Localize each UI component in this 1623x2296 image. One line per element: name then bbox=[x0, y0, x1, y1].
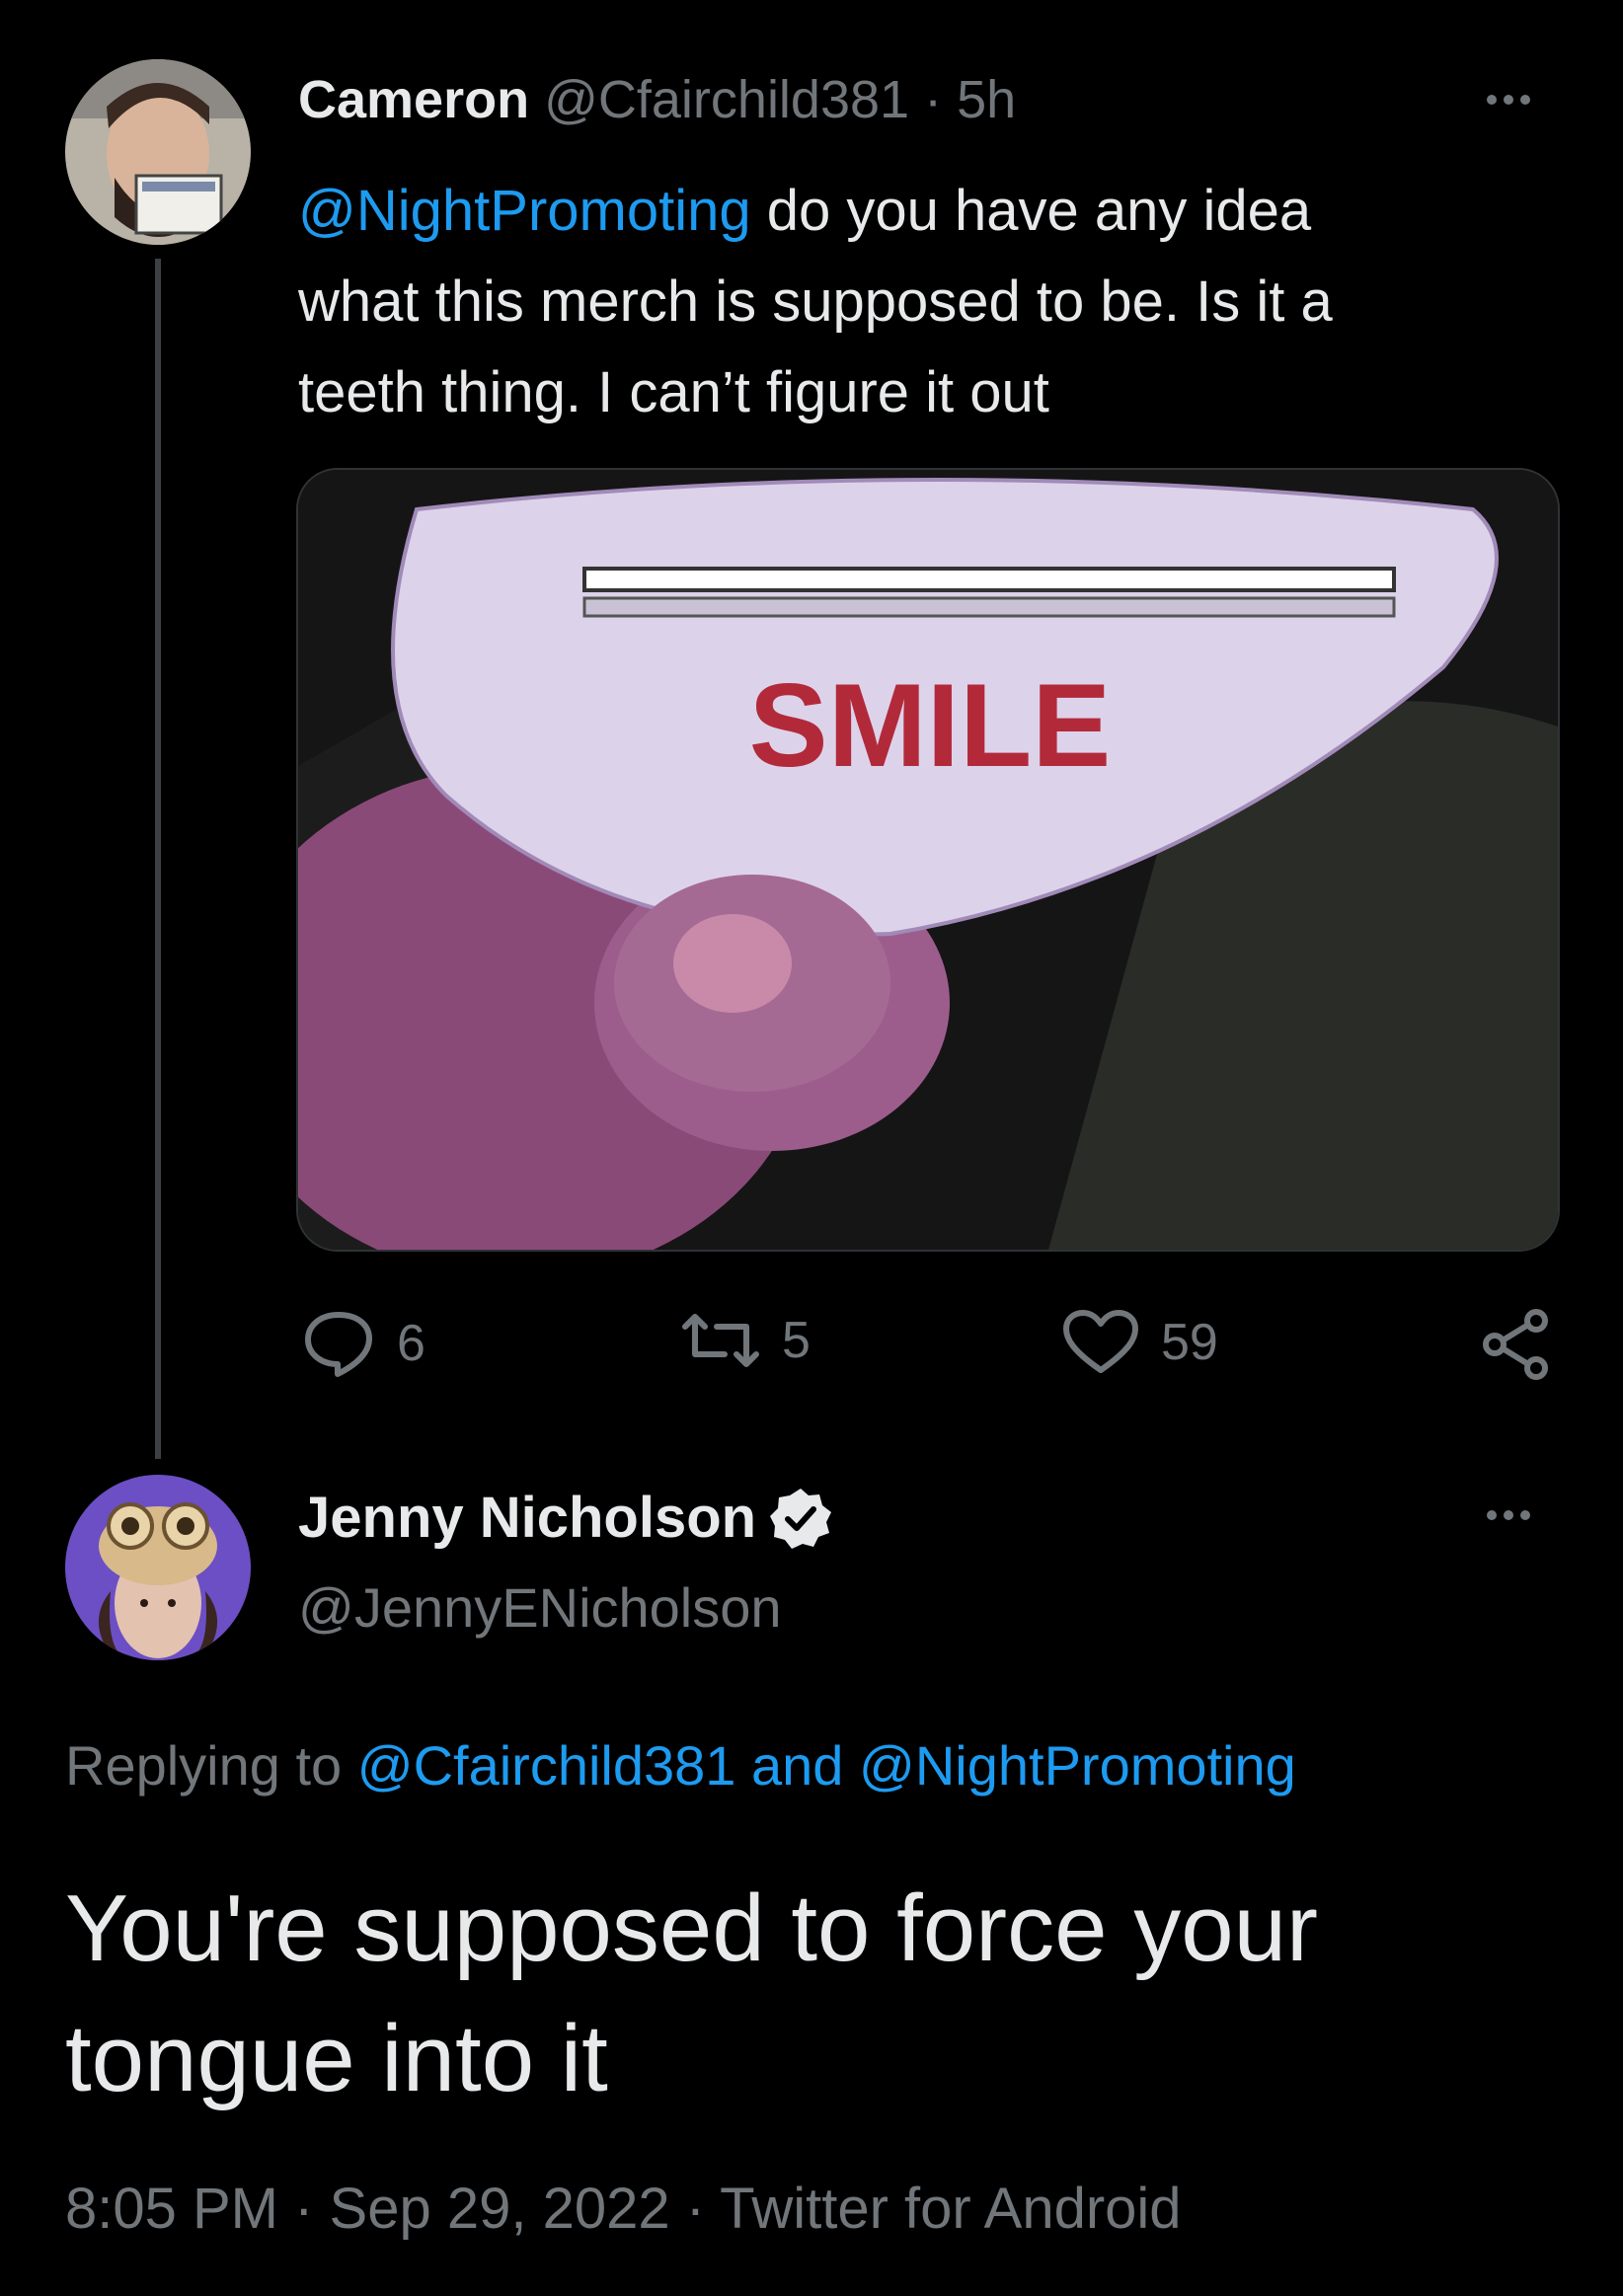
mention-link[interactable]: @NightPromoting bbox=[298, 179, 751, 243]
tweet-time[interactable]: 5h bbox=[957, 70, 1016, 129]
jenny-avatar[interactable] bbox=[65, 1475, 251, 1660]
more-icon[interactable] bbox=[1487, 95, 1530, 105]
cameron-avatar[interactable] bbox=[65, 59, 251, 245]
retweet-button[interactable]: 5 bbox=[681, 1309, 811, 1372]
tweet-text-line: do you have any idea bbox=[766, 179, 1312, 243]
like-count: 59 bbox=[1161, 1314, 1218, 1371]
replying-to-user-2[interactable]: @NightPromoting bbox=[859, 1734, 1296, 1797]
tweet-text: @NightPromoting do you have any idea wha… bbox=[298, 166, 1333, 438]
more-icon[interactable] bbox=[1487, 1510, 1530, 1520]
reply-button[interactable]: 6 bbox=[302, 1309, 425, 1378]
retweet-icon bbox=[682, 1314, 759, 1367]
author-name[interactable]: Cameron bbox=[298, 70, 529, 129]
thread-connector-line bbox=[155, 259, 161, 1459]
like-button[interactable]: 59 bbox=[1062, 1309, 1218, 1376]
separator-dot: · bbox=[924, 70, 943, 129]
share-button[interactable] bbox=[1481, 1309, 1552, 1380]
reply-text: You're supposed to force your tongue int… bbox=[65, 1864, 1318, 2124]
like-icon bbox=[1063, 1310, 1138, 1373]
tweet-media-image[interactable]: SMILE bbox=[296, 468, 1560, 1252]
share-icon bbox=[1483, 1309, 1548, 1380]
tweet-text-line: teeth thing. I can’t figure it out bbox=[298, 360, 1049, 424]
reply-text-line: You're supposed to force your bbox=[65, 1875, 1318, 1981]
tweet-text-line: what this merch is supposed to be. Is it… bbox=[298, 269, 1333, 334]
reply-text-line: tongue into it bbox=[65, 2006, 608, 2111]
reply-count: 6 bbox=[397, 1315, 425, 1372]
author-handle[interactable]: @Cfairchild381 bbox=[544, 70, 909, 129]
reply-author-handle[interactable]: @JennyENicholson bbox=[298, 1575, 782, 1640]
replying-to-line: Replying to @Cfairchild381 and @NightPro… bbox=[65, 1733, 1296, 1798]
replying-to-user-1[interactable]: @Cfairchild381 bbox=[357, 1734, 736, 1797]
reply-timestamp[interactable]: 8:05 PM · Sep 29, 2022 · Twitter for And… bbox=[65, 2176, 1182, 2242]
media-printed-text: SMILE bbox=[749, 659, 1112, 792]
reply-icon bbox=[305, 1312, 372, 1377]
retweet-count: 5 bbox=[782, 1312, 811, 1369]
replying-to-label: Replying to bbox=[65, 1734, 343, 1797]
replying-to-and[interactable]: and bbox=[751, 1734, 843, 1797]
verified-icon bbox=[770, 1488, 832, 1549]
reply-author-row: Jenny Nicholson bbox=[298, 1485, 833, 1551]
tweet-header: Cameron @Cfairchild381 · 5h bbox=[298, 69, 1016, 130]
reply-author-name[interactable]: Jenny Nicholson bbox=[298, 1485, 756, 1551]
